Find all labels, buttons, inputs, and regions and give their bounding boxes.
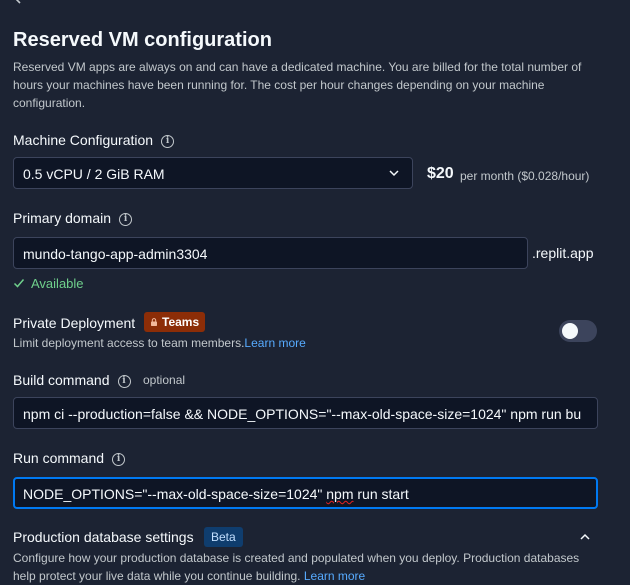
private-deployment-text: Limit deployment access to team members. <box>13 336 245 350</box>
domain-availability: Available <box>13 276 84 291</box>
run-command-prefix: NODE_OPTIONS="--max-old-space-size=1024" <box>23 486 327 502</box>
info-icon[interactable]: i <box>119 212 133 226</box>
machine-config-section: Machine Configuration i <box>13 132 175 148</box>
machine-config-label: Machine Configuration <box>13 132 154 148</box>
production-db-label: Production database settings <box>13 529 194 545</box>
primary-domain-section: Primary domain i <box>13 210 133 226</box>
back-chevron-icon[interactable] <box>11 0 25 5</box>
run-command-value: NODE_OPTIONS="--max-old-space-size=1024"… <box>23 486 409 502</box>
info-icon[interactable]: i <box>112 452 126 466</box>
private-deployment-description: Limit deployment access to team members.… <box>13 336 306 350</box>
page-title: Reserved VM configuration <box>13 29 272 51</box>
availability-text: Available <box>31 276 84 291</box>
beta-badge: Beta <box>204 527 243 547</box>
teams-badge: Teams <box>144 312 206 332</box>
private-deployment-label: Private Deployment <box>13 315 136 331</box>
build-command-label: Build command <box>13 372 110 388</box>
run-command-section: Run command i <box>13 450 126 466</box>
build-command-value: npm ci --production=false && NODE_OPTION… <box>23 406 582 422</box>
chevron-down-icon <box>389 170 399 177</box>
machine-config-value: 0.5 vCPU / 2 GiB RAM <box>23 166 165 182</box>
build-command-input[interactable]: npm ci --production=false && NODE_OPTION… <box>13 397 598 429</box>
lock-icon <box>151 318 157 326</box>
build-command-section: Build command i <box>13 372 131 388</box>
run-command-input[interactable]: NODE_OPTIONS="--max-old-space-size=1024"… <box>13 477 598 509</box>
primary-domain-label: Primary domain <box>13 210 112 226</box>
teams-badge-label: Teams <box>162 315 200 329</box>
page-description: Reserved VM apps are always on and can h… <box>13 60 582 110</box>
chevron-up-icon[interactable] <box>579 531 591 543</box>
private-deployment-toggle[interactable] <box>559 320 597 342</box>
run-command-label: Run command <box>13 450 105 466</box>
toggle-knob <box>562 323 578 339</box>
price-detail: per month ($0.028/hour) <box>460 169 590 183</box>
info-icon[interactable]: i <box>161 134 175 148</box>
production-db-learn-more-link[interactable]: Learn more <box>304 569 365 583</box>
price-amount: $20 <box>427 165 454 182</box>
domain-suffix: .replit.app <box>532 245 594 261</box>
machine-config-select[interactable]: 0.5 vCPU / 2 GiB RAM <box>13 157 413 189</box>
production-db-text: Configure how your production database i… <box>13 551 580 583</box>
learn-more-link[interactable]: Learn more <box>244 336 305 350</box>
primary-domain-value: mundo-tango-app-admin3304 <box>23 246 208 262</box>
info-icon[interactable]: i <box>117 374 131 388</box>
production-db-description: Configure how your production database i… <box>13 549 603 585</box>
run-command-spellcheck: npm <box>326 486 354 502</box>
primary-domain-input[interactable]: mundo-tango-app-admin3304 <box>13 237 528 269</box>
optional-tag: optional <box>143 373 186 387</box>
check-icon <box>13 279 25 288</box>
run-command-suffix: run start <box>353 486 409 502</box>
